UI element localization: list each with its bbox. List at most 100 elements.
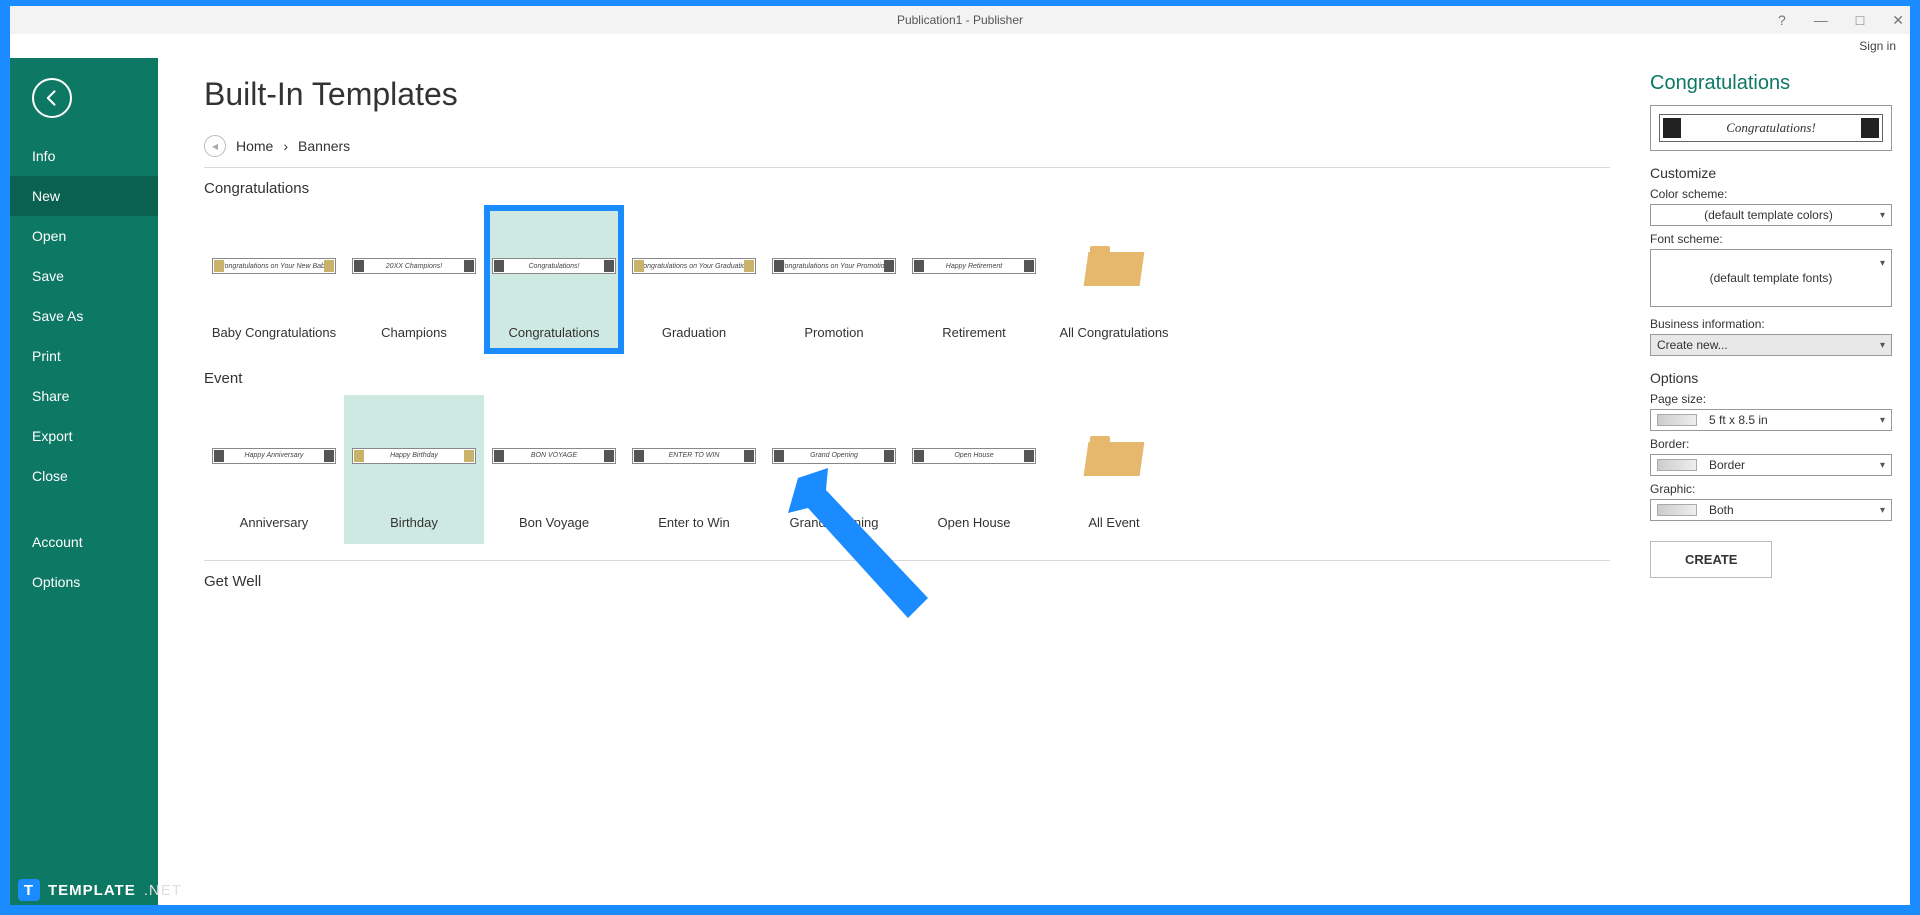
banner-thumb: 20XX Champions! (352, 258, 476, 274)
nav-close[interactable]: Close (10, 456, 158, 496)
banner-thumb: Congratulations! (492, 258, 616, 274)
back-button[interactable] (32, 78, 72, 118)
page-size-select[interactable]: 5 ft x 8.5 in ▾ (1650, 409, 1892, 431)
banner-thumb: Happy Retirement (912, 258, 1036, 274)
signin-link[interactable]: Sign in (1859, 39, 1896, 53)
border-icon (1657, 459, 1697, 471)
template-retirement[interactable]: Happy Retirement Retirement (904, 205, 1044, 354)
nav-share[interactable]: Share (10, 376, 158, 416)
business-info-label: Business information: (1650, 317, 1892, 331)
watermark-badge-icon: T (18, 879, 40, 901)
template-label: Grand Opening (790, 515, 879, 532)
nav-print[interactable]: Print (10, 336, 158, 376)
template-grand-opening[interactable]: Grand Opening Grand Opening (764, 395, 904, 544)
banner-thumb: ENTER TO WIN (632, 448, 756, 464)
breadcrumb: ◂ Home › Banners (204, 135, 1610, 157)
template-birthday[interactable]: Happy Birthday Birthday (344, 395, 484, 544)
graphic-value: Both (1709, 503, 1734, 517)
window-title: Publication1 - Publisher (10, 13, 1910, 27)
arrow-left-icon (42, 88, 62, 108)
section-title-get-well: Get Well (204, 573, 1610, 590)
template-promotion[interactable]: Congratulations on Your Promotion Promot… (764, 205, 904, 354)
template-label: Enter to Win (658, 515, 730, 532)
help-icon[interactable]: ? (1778, 12, 1786, 28)
template-congratulations[interactable]: Congratulations! Congratulations (484, 205, 624, 354)
border-value: Border (1709, 458, 1745, 472)
preview-banner: Congratulations! (1659, 114, 1883, 142)
template-label: Promotion (804, 325, 863, 342)
window-controls: ? — □ ✕ (1778, 6, 1904, 34)
page-title: Built-In Templates (204, 76, 1610, 113)
section-title-event: Event (204, 370, 1610, 387)
template-properties-panel: Congratulations Congratulations! Customi… (1640, 58, 1910, 905)
template-all-event[interactable]: All Event (1044, 395, 1184, 544)
rp-title: Congratulations (1650, 72, 1892, 95)
template-graduation[interactable]: Congratulations on Your Graduation Gradu… (624, 205, 764, 354)
template-label: Open House (938, 515, 1011, 532)
nav-new[interactable]: New (10, 176, 158, 216)
border-select[interactable]: Border ▾ (1650, 454, 1892, 476)
signin-row: Sign in (10, 34, 1910, 58)
chevron-down-icon: ▾ (1880, 340, 1885, 351)
graphic-select[interactable]: Both ▾ (1650, 499, 1892, 521)
template-label: Champions (381, 325, 447, 342)
chevron-down-icon: ▾ (1880, 258, 1885, 269)
watermark-brand: TEMPLATE (48, 882, 136, 899)
options-heading: Options (1650, 370, 1892, 386)
template-label: Birthday (390, 515, 438, 532)
template-baby-congratulations[interactable]: Congratulations on Your New Baby Baby Co… (204, 205, 344, 354)
page-size-icon (1657, 414, 1697, 426)
template-enter-to-win[interactable]: ENTER TO WIN Enter to Win (624, 395, 764, 544)
nav-options[interactable]: Options (10, 562, 158, 602)
minimize-icon[interactable]: — (1814, 12, 1828, 28)
business-info-value: Create new... (1657, 338, 1728, 352)
template-label: All Event (1088, 515, 1139, 532)
template-label: Bon Voyage (519, 515, 589, 532)
folder-icon (1086, 246, 1142, 286)
nav-export[interactable]: Export (10, 416, 158, 456)
nav-save[interactable]: Save (10, 256, 158, 296)
title-bar: Publication1 - Publisher ? — □ ✕ (10, 6, 1910, 34)
color-scheme-select[interactable]: (default template colors) ▾ (1650, 204, 1892, 226)
breadcrumb-current: Banners (298, 138, 350, 154)
create-button[interactable]: CREATE (1650, 541, 1772, 578)
chevron-down-icon: ▾ (1880, 460, 1885, 471)
breadcrumb-home[interactable]: Home (236, 138, 273, 154)
breadcrumb-back-icon[interactable]: ◂ (204, 135, 226, 157)
close-icon[interactable]: ✕ (1892, 12, 1904, 29)
banner-thumb: Congratulations on Your Graduation (632, 258, 756, 274)
nav-account[interactable]: Account (10, 522, 158, 562)
maximize-icon[interactable]: □ (1856, 12, 1864, 28)
watermark: T TEMPLATE.NET (18, 879, 182, 901)
nav-open[interactable]: Open (10, 216, 158, 256)
color-scheme-label: Color scheme: (1650, 187, 1892, 201)
border-label: Border: (1650, 437, 1892, 451)
template-anniversary[interactable]: Happy Anniversary Anniversary (204, 395, 344, 544)
template-preview: Congratulations! (1650, 105, 1892, 151)
template-all-congratulations[interactable]: All Congratulations (1044, 205, 1184, 354)
banner-thumb: Happy Birthday (352, 448, 476, 464)
color-scheme-value: (default template colors) (1704, 208, 1833, 222)
nav-info[interactable]: Info (10, 136, 158, 176)
template-champions[interactable]: 20XX Champions! Champions (344, 205, 484, 354)
nav-save-as[interactable]: Save As (10, 296, 158, 336)
template-label: Baby Congratulations (212, 325, 336, 342)
font-scheme-select[interactable]: (default template fonts) ▾ (1650, 249, 1892, 307)
template-open-house[interactable]: Open House Open House (904, 395, 1044, 544)
banner-thumb: Grand Opening (772, 448, 896, 464)
templates-content: Built-In Templates ◂ Home › Banners Cong… (158, 58, 1640, 905)
template-row-congratulations: Congratulations on Your New Baby Baby Co… (204, 205, 1610, 354)
banner-thumb: Congratulations on Your New Baby (212, 258, 336, 274)
breadcrumb-sep: › (283, 138, 288, 154)
template-label: Retirement (942, 325, 1006, 342)
chevron-down-icon: ▾ (1880, 210, 1885, 221)
template-row-event: Happy Anniversary Anniversary Happy Birt… (204, 395, 1610, 544)
template-bon-voyage[interactable]: BON VOYAGE Bon Voyage (484, 395, 624, 544)
template-label: All Congratulations (1059, 325, 1168, 342)
banner-thumb: BON VOYAGE (492, 448, 616, 464)
banner-thumb: Congratulations on Your Promotion (772, 258, 896, 274)
business-info-select[interactable]: Create new... ▾ (1650, 334, 1892, 356)
template-label: Graduation (662, 325, 726, 342)
section-title-congratulations: Congratulations (204, 180, 1610, 197)
font-scheme-label: Font scheme: (1650, 232, 1892, 246)
